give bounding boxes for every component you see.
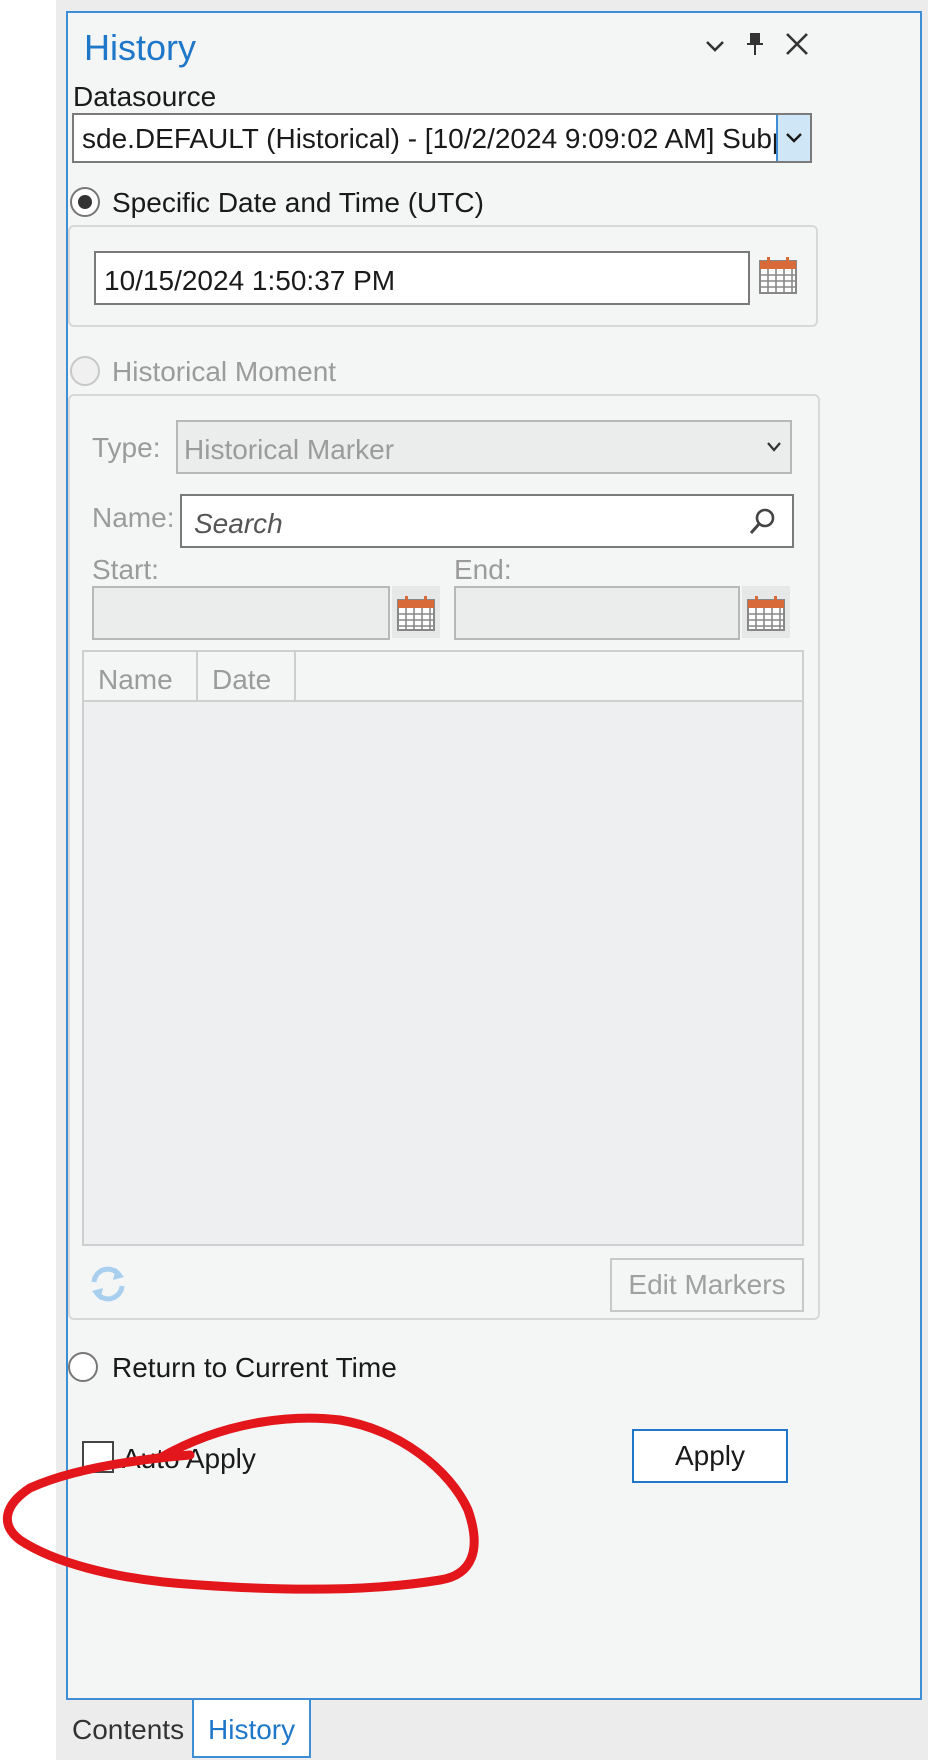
search-placeholder: Search <box>194 508 283 539</box>
end-date-input[interactable] <box>454 586 740 640</box>
specific-date-label: Specific Date and Time (UTC) <box>112 187 484 218</box>
datetime-value: 10/15/2024 1:50:37 PM <box>104 265 396 296</box>
chevron-down-icon[interactable] <box>704 33 726 63</box>
search-icon[interactable] <box>748 506 778 541</box>
historical-moment-label: Historical Moment <box>112 356 337 387</box>
type-value: Historical Marker <box>184 434 395 465</box>
pane-title: History <box>84 27 197 68</box>
tab-history[interactable]: History <box>192 1700 312 1758</box>
specific-date-group: 10/15/2024 1:50:37 PM <box>68 225 818 327</box>
history-pane: History Datasource sde.DEFAULT (Historic… <box>66 11 922 1700</box>
return-current-time-radio[interactable] <box>68 1352 98 1382</box>
datetime-input[interactable]: 10/15/2024 1:50:37 PM <box>94 251 750 305</box>
column-header-filler <box>296 652 802 702</box>
type-label: Type: <box>92 432 161 463</box>
end-label: End: <box>454 554 512 585</box>
historical-moment-radio[interactable] <box>70 356 100 386</box>
left-margin <box>0 0 56 1760</box>
datasource-value: sde.DEFAULT (Historical) - [10/2/2024 9:… <box>82 123 812 154</box>
pin-icon[interactable] <box>744 31 766 63</box>
historical-moment-group: Type: Historical Marker Name: Search Sta… <box>68 394 820 1320</box>
datasource-label: Datasource <box>73 81 217 112</box>
auto-apply-label: Auto Apply <box>122 1443 256 1474</box>
type-dropdown[interactable]: Historical Marker <box>176 420 792 474</box>
dock-tab-bar: Contents History <box>56 1700 928 1760</box>
close-icon[interactable] <box>784 31 810 63</box>
edit-markers-button[interactable]: Edit Markers <box>610 1258 804 1312</box>
tab-contents[interactable]: Contents <box>58 1700 198 1758</box>
chevron-down-icon[interactable] <box>776 115 810 161</box>
calendar-icon[interactable] <box>758 255 806 307</box>
apply-button[interactable]: Apply <box>632 1429 788 1483</box>
chevron-down-icon <box>766 440 782 458</box>
markers-table[interactable]: Name Date <box>82 650 804 1246</box>
name-label: Name: <box>92 502 175 533</box>
start-date-input[interactable] <box>92 586 390 640</box>
search-input[interactable]: Search <box>180 494 794 548</box>
calendar-icon[interactable] <box>742 586 790 638</box>
return-current-time-label: Return to Current Time <box>112 1352 397 1383</box>
datasource-dropdown[interactable]: sde.DEFAULT (Historical) - [10/2/2024 9:… <box>72 113 812 163</box>
column-header-name[interactable]: Name <box>84 652 198 702</box>
auto-apply-checkbox[interactable] <box>82 1441 114 1473</box>
column-header-date[interactable]: Date <box>198 652 296 702</box>
refresh-icon[interactable] <box>86 1262 130 1311</box>
specific-date-radio[interactable] <box>70 187 100 217</box>
calendar-icon[interactable] <box>392 586 440 638</box>
start-label: Start: <box>92 554 159 585</box>
